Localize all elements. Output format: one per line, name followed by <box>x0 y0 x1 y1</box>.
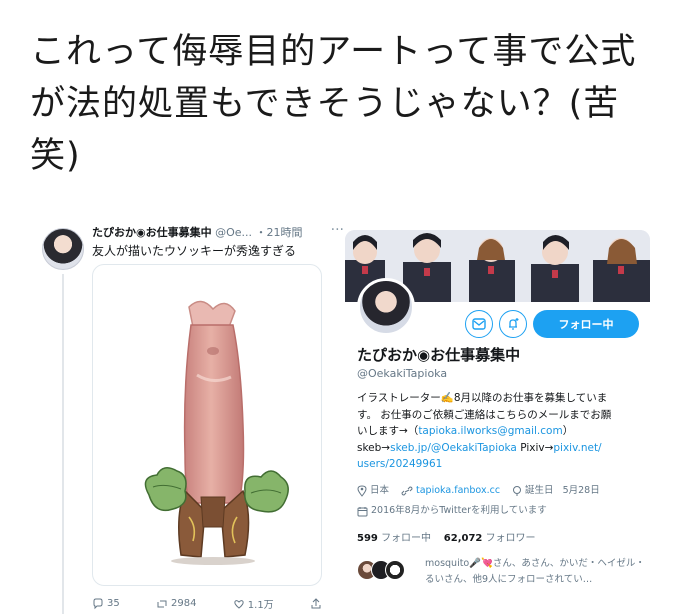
skeb-link[interactable]: skeb.jp/@OekakiTapioka <box>390 442 517 454</box>
share-icon <box>311 597 321 608</box>
reply-icon <box>93 598 103 609</box>
tweet-text: 友人が描いたウソッキーが秀逸すぎる <box>92 244 297 258</box>
followed-by[interactable]: mosquito🎤💘さん、あさん、かいだ・ヘイゼル・るいさん、他9人にフォローさ… <box>357 556 647 590</box>
profile-name: たぴおか◉お仕事募集中 <box>357 346 521 364</box>
bio-text: skeb→ <box>357 441 391 454</box>
like-count: 1.1万 <box>247 600 274 611</box>
profile-avatar[interactable] <box>357 278 415 336</box>
avatar <box>385 560 405 580</box>
thread-line <box>62 274 64 614</box>
tweet-author-name[interactable]: たぴおか◉お仕事募集中 <box>92 226 212 239</box>
avatar[interactable] <box>42 228 84 270</box>
notifications-button[interactable] <box>499 310 527 338</box>
birthday-date: 5月28日 <box>562 485 600 496</box>
bio-line: skeb→skeb.jp/@OekakiTapioka Pixiv→pixiv.… <box>357 440 647 457</box>
reply-count: 35 <box>107 598 120 609</box>
mail-icon <box>472 318 486 330</box>
tweet-time: ・21時間 <box>255 226 303 239</box>
bio-text: Pixiv→ <box>516 441 554 454</box>
pixiv-link[interactable]: pixiv.net/ <box>553 442 601 454</box>
joined-text: 2016年8月からTwitterを利用しています <box>371 505 547 516</box>
profile-stats: 599 フォロー中 62,072 フォロワー <box>357 529 536 544</box>
share-button[interactable] <box>310 596 322 611</box>
retweet-button[interactable]: 2984 <box>156 596 196 611</box>
website[interactable]: tapioka.fanbox.cc <box>401 484 500 498</box>
location-text: 日本 <box>370 485 390 496</box>
tweet-screenshot: たぴおか◉お仕事募集中 @Oe... ・21時間 ··· 友人が描いたウソッキー… <box>38 218 344 615</box>
bio-line: す。 お仕事のご依頼ご連絡はこちらのメールまでお願 <box>357 408 612 421</box>
retweet-icon <box>157 600 167 607</box>
heart-icon <box>234 599 244 609</box>
following-label: フォロー中 <box>381 533 432 544</box>
tweet-actions: 35 2984 1.1万 <box>92 596 322 611</box>
location: 日本 <box>357 484 389 498</box>
link-icon <box>401 486 413 496</box>
message-button[interactable] <box>465 310 493 338</box>
balloon-icon <box>513 486 522 496</box>
bio-text: ） <box>562 425 574 437</box>
bio-line: いします→（tapioka.ilworks@gmail.com） <box>357 423 647 440</box>
profile-meta: 日本 tapioka.fanbox.cc 誕生日 5月28日 2016年8月から… <box>357 484 647 518</box>
followers-stat[interactable]: 62,072 フォロワー <box>444 533 536 544</box>
following-button[interactable]: フォロー中 <box>533 310 639 338</box>
profile-screenshot: フォロー中 たぴおか◉お仕事募集中 @OekakiTapioka イラストレータ… <box>345 230 650 615</box>
tweet-header: たぴおか◉お仕事募集中 @Oe... ・21時間 <box>92 224 342 240</box>
more-options-icon[interactable]: ··· <box>331 222 344 238</box>
followed-by-text: mosquito🎤💘さん、あさん、かいだ・ヘイゼル・るいさん、他9人にフォローさ… <box>425 558 645 585</box>
birthday: 誕生日 5月28日 <box>512 484 600 498</box>
bio-line: users/20249961 <box>357 456 647 473</box>
website-link[interactable]: tapioka.fanbox.cc <box>416 484 500 498</box>
bell-plus-icon <box>509 318 519 330</box>
following-count: 599 <box>357 533 378 544</box>
post-text: これって侮辱目的アートって事で公式が法的処置もできそうじゃない？(苦笑) <box>30 32 637 176</box>
retweet-count: 2984 <box>171 598 197 609</box>
profile-handle: @OekakiTapioka <box>357 367 448 380</box>
reply-button[interactable]: 35 <box>92 596 120 611</box>
tweet-image[interactable] <box>92 264 322 586</box>
bio-line: イラストレーター✍️8月以降のお仕事を募集していま <box>357 392 608 404</box>
bio-text: いします→（ <box>357 425 419 437</box>
tweet-author-handle: @Oe... <box>215 226 253 239</box>
profile-bio: イラストレーター✍️8月以降のお仕事を募集していま す。 お仕事のご依頼ご連絡は… <box>357 390 647 473</box>
birthday-label: 誕生日 <box>525 485 554 496</box>
email-link[interactable]: tapioka.ilworks@gmail.com <box>418 425 562 437</box>
sudowoodo-drawing <box>144 300 289 565</box>
joined-date: 2016年8月からTwitterを利用しています <box>357 504 547 518</box>
like-button[interactable]: 1.1万 <box>233 596 274 611</box>
pixiv-link-continued[interactable]: users/20249961 <box>357 458 442 470</box>
following-stat[interactable]: 599 フォロー中 <box>357 533 431 544</box>
location-pin-icon <box>357 485 367 497</box>
followers-count: 62,072 <box>443 533 483 544</box>
calendar-icon <box>357 506 368 516</box>
followers-label: フォロワー <box>485 533 536 544</box>
